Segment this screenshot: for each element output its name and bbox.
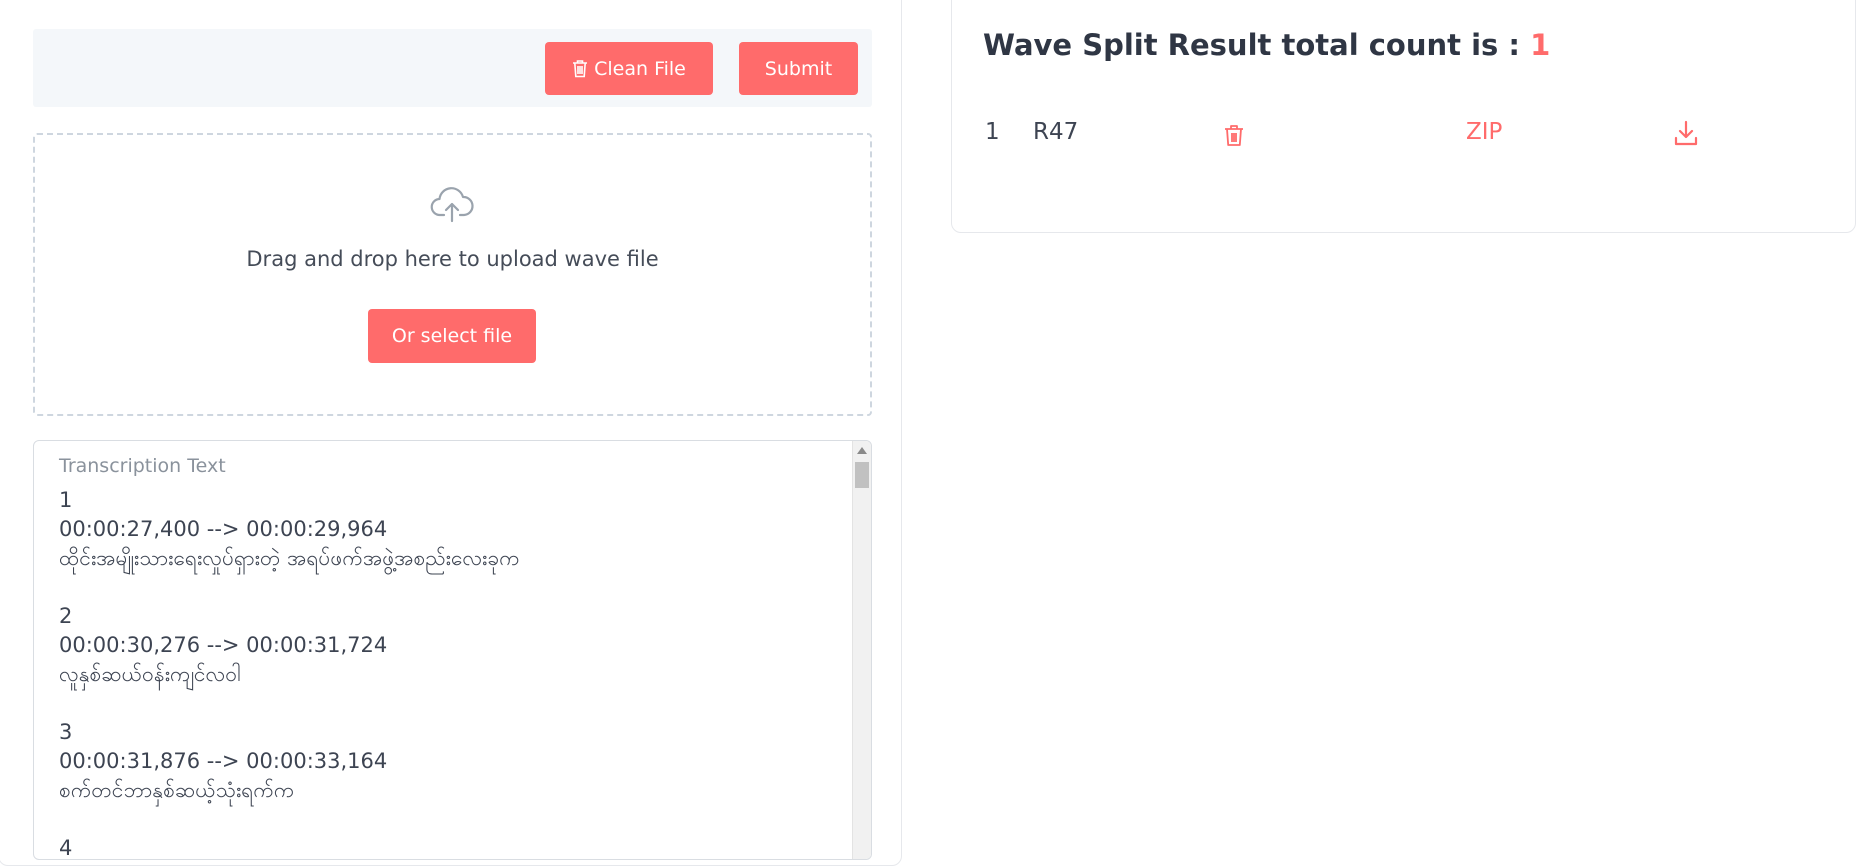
trash-icon xyxy=(573,60,588,78)
transcription-textarea[interactable]: Transcription Text 1 00:00:27,400 --> 00… xyxy=(33,440,872,860)
scroll-thumb[interactable] xyxy=(855,462,869,488)
clean-file-button[interactable]: Clean File xyxy=(545,42,713,95)
dropzone-instructions: Drag and drop here to upload wave file xyxy=(246,247,659,271)
cloud-upload-icon xyxy=(430,187,474,223)
trash-icon[interactable] xyxy=(1223,123,1245,147)
submit-button[interactable]: Submit xyxy=(739,42,858,95)
results-count: 1 xyxy=(1530,28,1551,62)
select-file-button[interactable]: Or select file xyxy=(368,309,536,363)
textarea-scrollbar[interactable] xyxy=(852,441,871,859)
download-icon[interactable] xyxy=(1673,119,1699,147)
file-dropzone[interactable] xyxy=(33,133,872,416)
results-title: Wave Split Result total count is : 1 xyxy=(983,28,1550,62)
result-row-index: 1 xyxy=(985,119,1000,145)
transcription-label: Transcription Text xyxy=(59,455,226,477)
scroll-up-arrow-icon[interactable] xyxy=(857,447,867,454)
results-title-text: Wave Split Result total count is : xyxy=(983,28,1531,62)
submit-label: Submit xyxy=(764,57,833,80)
result-row-name: R47 xyxy=(1033,119,1079,145)
transcription-content[interactable]: 1 00:00:27,400 --> 00:00:29,964 ထိုင်းအမ… xyxy=(59,486,839,859)
zip-link[interactable]: ZIP xyxy=(1466,119,1502,145)
clean-file-label: Clean File xyxy=(594,57,686,80)
